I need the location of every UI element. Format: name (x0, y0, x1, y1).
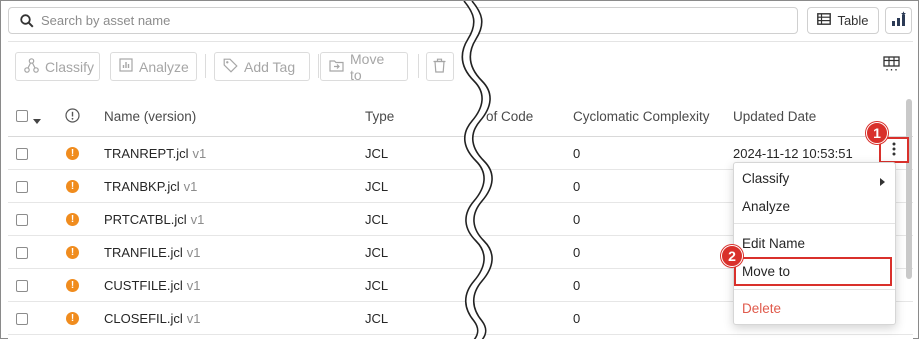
column-updated-date[interactable]: Updated Date (733, 109, 816, 124)
column-lines-of-code[interactable]: of Code (486, 109, 533, 124)
more-vertical-icon (892, 142, 896, 159)
row-actions-menu: Classify Analyze Edit Name Move to Delet… (733, 162, 896, 325)
menu-item-delete[interactable]: Delete (734, 294, 895, 322)
cyclomatic-complexity: 0 (573, 311, 581, 326)
analyze-chart-icon (119, 58, 133, 75)
table-view-label: Table (837, 13, 869, 28)
select-all-checkbox[interactable] (16, 110, 28, 122)
asset-type: JCL (365, 179, 389, 194)
trash-icon (433, 58, 446, 76)
table-header: Name (version) Type of Code Cyclomatic C… (8, 97, 913, 137)
warning-icon: ! (66, 312, 79, 325)
warning-icon: ! (66, 180, 79, 193)
status-column-icon (65, 108, 80, 126)
asset-type: JCL (365, 245, 389, 260)
chevron-right-icon (880, 174, 885, 189)
warning-icon: ! (66, 147, 79, 160)
column-type[interactable]: Type (365, 109, 394, 124)
tag-icon (223, 58, 238, 76)
table-view-button[interactable]: Table (807, 7, 879, 34)
asset-name[interactable]: TRANREPT.jcl v1 (104, 146, 206, 161)
asset-type: JCL (365, 311, 389, 326)
row-checkbox[interactable] (16, 247, 28, 259)
asset-name[interactable]: TRANBKP.jcl v1 (104, 179, 197, 194)
chart-bar-icon (891, 11, 907, 30)
cyclomatic-complexity: 0 (573, 179, 581, 194)
select-menu-caret-icon[interactable] (33, 113, 41, 128)
row-checkbox[interactable] (16, 181, 28, 193)
add-tag-label: Add Tag (244, 58, 296, 75)
asset-type: JCL (365, 278, 389, 293)
table-icon (817, 13, 832, 28)
search-icon (15, 9, 39, 33)
asset-type: JCL (365, 212, 389, 227)
toolbar-divider (205, 54, 206, 78)
asset-name[interactable]: TRANFILE.jcl v1 (104, 245, 200, 260)
warning-icon: ! (66, 246, 79, 259)
screenshot-frame: Table Classify Analyze Add Tag (0, 0, 919, 339)
warning-icon: ! (66, 213, 79, 226)
hierarchy-icon (24, 57, 39, 76)
menu-divider (734, 223, 895, 224)
analyze-label: Analyze (139, 58, 189, 75)
warning-icon: ! (66, 279, 79, 292)
delete-button[interactable] (426, 52, 454, 81)
menu-divider (734, 289, 895, 290)
row-checkbox[interactable] (16, 313, 28, 325)
cyclomatic-complexity: 0 (573, 278, 581, 293)
asset-name[interactable]: CUSTFILE.jcl v1 (104, 278, 200, 293)
menu-item-label: Analyze (742, 198, 791, 214)
move-to-highlight (734, 257, 892, 286)
classify-button[interactable]: Classify (15, 52, 100, 81)
toolbar-divider (418, 54, 419, 78)
search-input[interactable] (39, 13, 797, 28)
menu-item-edit-name[interactable]: Edit Name (734, 229, 895, 257)
menu-item-label: Delete (742, 300, 782, 316)
callout-badge-2: 2 (721, 245, 743, 267)
column-name[interactable]: Name (version) (104, 109, 196, 124)
column-cyclomatic-complexity[interactable]: Cyclomatic Complexity (573, 109, 710, 124)
row-checkbox[interactable] (16, 214, 28, 226)
asset-type: JCL (365, 146, 389, 161)
cyclomatic-complexity: 0 (573, 245, 581, 260)
updated-date: 2024-11-12 10:53:51 (733, 146, 853, 161)
asset-name[interactable]: CLOSEFIL.jcl v1 (104, 311, 200, 326)
row-checkbox[interactable] (16, 280, 28, 292)
chart-view-button[interactable] (885, 7, 912, 34)
search-box[interactable] (8, 7, 798, 34)
menu-item-label: Edit Name (742, 235, 806, 251)
move-to-button[interactable]: Move to (320, 50, 408, 83)
analyze-button[interactable]: Analyze (110, 52, 197, 81)
callout-badge-1: 1 (866, 122, 888, 144)
menu-item-label: Classify (742, 170, 790, 186)
vertical-scrollbar[interactable] (906, 99, 912, 279)
menu-item-analyze[interactable]: Analyze (734, 192, 895, 220)
move-to-label: Move to (350, 50, 385, 83)
column-settings-icon[interactable] (883, 56, 900, 74)
cyclomatic-complexity: 0 (573, 146, 581, 161)
folder-move-icon (329, 59, 344, 75)
toolbar-divider (318, 54, 319, 78)
row-checkbox[interactable] (16, 148, 28, 160)
asset-name[interactable]: PRTCATBL.jcl v1 (104, 212, 204, 227)
cyclomatic-complexity: 0 (573, 212, 581, 227)
menu-item-classify[interactable]: Classify (734, 164, 895, 192)
classify-label: Classify (45, 58, 95, 75)
add-tag-button[interactable]: Add Tag (214, 52, 310, 81)
